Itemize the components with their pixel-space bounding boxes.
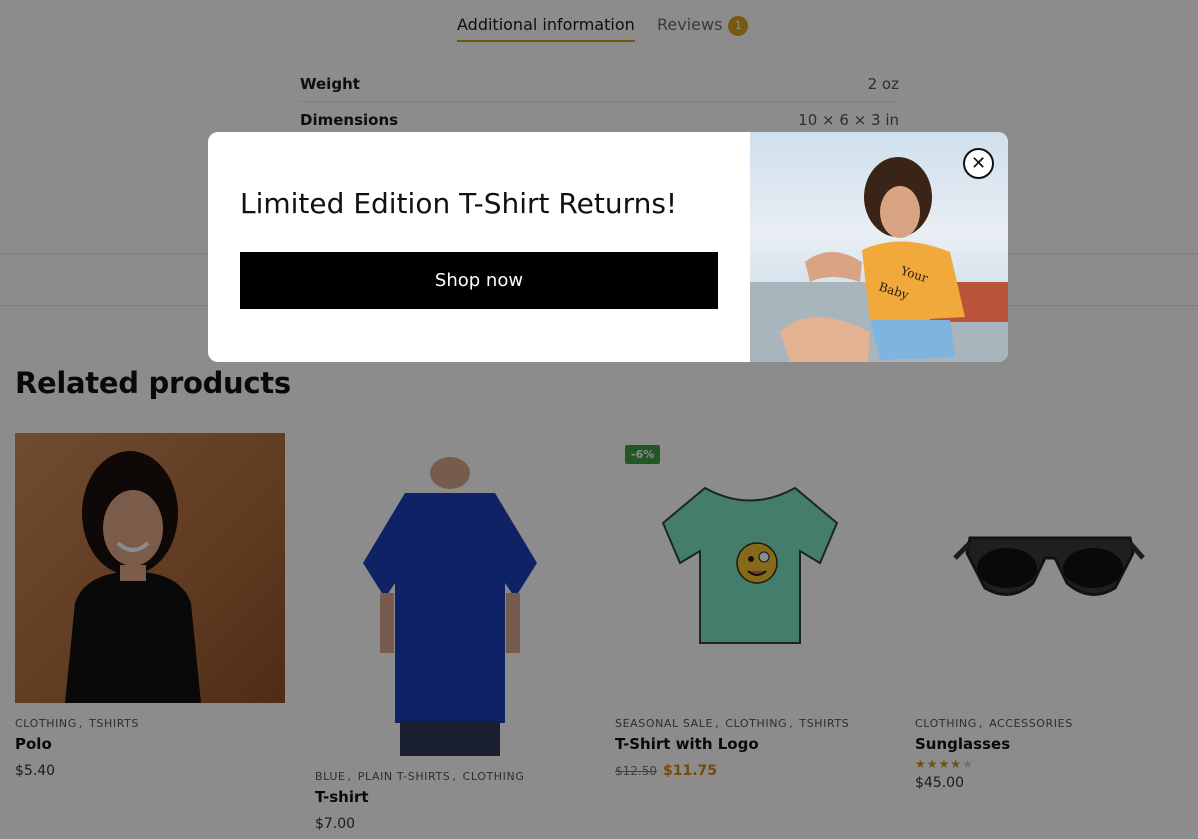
shop-now-button[interactable]: Shop now	[240, 252, 718, 309]
promo-modal: Limited Edition T-Shirt Returns! Shop no…	[208, 132, 1008, 362]
modal-image: Your Baby ✕	[750, 132, 1008, 362]
close-icon[interactable]: ✕	[963, 148, 994, 179]
modal-title: Limited Edition T-Shirt Returns!	[240, 187, 678, 220]
modal-content: Limited Edition T-Shirt Returns! Shop no…	[208, 132, 750, 362]
modal-overlay[interactable]	[0, 0, 1198, 839]
